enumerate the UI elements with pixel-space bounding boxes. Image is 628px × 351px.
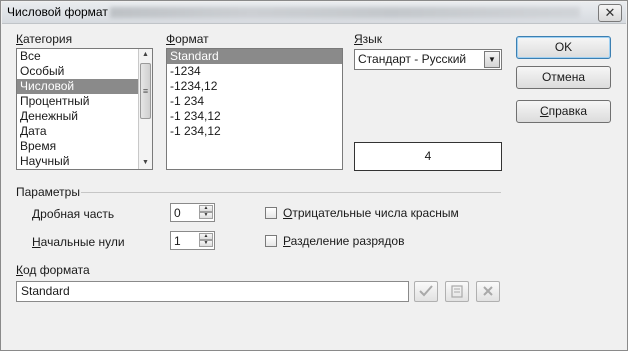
category-list-item[interactable]: Числовой	[17, 79, 152, 94]
decimals-stepper[interactable]: 0 ▲ ▼	[170, 203, 215, 222]
increment-icon[interactable]: ▲	[199, 233, 213, 240]
format-list-item[interactable]: Standard	[167, 49, 342, 64]
title-bar: Числовой формат ✕	[2, 2, 626, 24]
format-list-item[interactable]: -1 234	[167, 94, 342, 109]
language-value: Стандарт - Русский	[358, 52, 467, 66]
language-label: Язык	[354, 32, 383, 46]
window-title: Числовой формат	[7, 5, 108, 19]
category-label: Категория	[16, 32, 73, 46]
negative-red-checkbox[interactable]	[265, 207, 277, 219]
stepper-controls[interactable]: ▲ ▼	[199, 233, 213, 248]
options-section-label: Параметры	[16, 185, 80, 199]
negative-red-label[interactable]: Отрицательные числа красным	[283, 206, 459, 220]
edit-comment-icon[interactable]	[445, 281, 469, 302]
number-format-dialog: Числовой формат ✕ Категория Все Особый Чис…	[0, 0, 628, 351]
close-button[interactable]: ✕	[598, 4, 622, 22]
leading-zeros-label: Начальные нули	[32, 235, 125, 249]
format-list-item[interactable]: -1 234,12	[167, 109, 342, 124]
chevron-down-icon[interactable]: ▼	[484, 51, 500, 68]
category-list-item[interactable]: Все	[17, 49, 152, 64]
format-list-item[interactable]: -1 234,12	[167, 124, 342, 139]
decrement-icon[interactable]: ▼	[199, 240, 213, 247]
leading-zeros-stepper[interactable]: 1 ▲ ▼	[170, 231, 215, 250]
thousands-separator-label[interactable]: Разделение разрядов	[283, 234, 404, 248]
ok-button[interactable]: OK	[516, 36, 611, 59]
delete-x-icon[interactable]	[476, 281, 500, 302]
category-list-item[interactable]: Особый	[17, 64, 152, 79]
checkmark-icon[interactable]	[414, 281, 438, 302]
format-list-item[interactable]: -1234	[167, 64, 342, 79]
category-list-item[interactable]: Научный	[17, 154, 152, 169]
thousands-separator-checkbox[interactable]	[265, 235, 277, 247]
category-list[interactable]: Все Особый Числовой Процентный Денежный Дата В…	[16, 48, 153, 170]
leading-zeros-value: 1	[174, 234, 181, 248]
category-list-item[interactable]: Денежный	[17, 109, 152, 124]
scroll-thumb[interactable]: ≡	[140, 63, 151, 119]
decimals-value: 0	[174, 206, 181, 220]
scroll-up-icon[interactable]: ▲	[139, 49, 152, 61]
language-select[interactable]: Стандарт - Русский ▼	[354, 49, 502, 70]
decrement-icon[interactable]: ▼	[199, 212, 213, 219]
options-separator	[81, 192, 501, 193]
category-list-item[interactable]: Дата	[17, 124, 152, 139]
scroll-down-icon[interactable]: ▼	[139, 157, 152, 169]
blurred-background-text	[110, 7, 580, 18]
format-code-input[interactable]: Standard	[16, 281, 409, 302]
format-label: Формат	[166, 32, 209, 46]
format-code-label: Код формата	[16, 263, 90, 277]
category-scrollbar[interactable]: ▲ ≡ ▼	[138, 49, 152, 169]
cancel-button[interactable]: Отмена	[516, 66, 611, 89]
stepper-controls[interactable]: ▲ ▼	[199, 205, 213, 220]
category-list-item[interactable]: Время	[17, 139, 152, 154]
help-button[interactable]: Справка	[516, 100, 611, 123]
increment-icon[interactable]: ▲	[199, 205, 213, 212]
category-list-item[interactable]: Процентный	[17, 94, 152, 109]
format-preview: 4	[354, 142, 502, 171]
decimals-label: Дробная часть	[32, 207, 115, 221]
format-list-item[interactable]: -1234,12	[167, 79, 342, 94]
format-list[interactable]: Standard -1234 -1234,12 -1 234 -1 234,12 -1 2…	[166, 48, 343, 170]
